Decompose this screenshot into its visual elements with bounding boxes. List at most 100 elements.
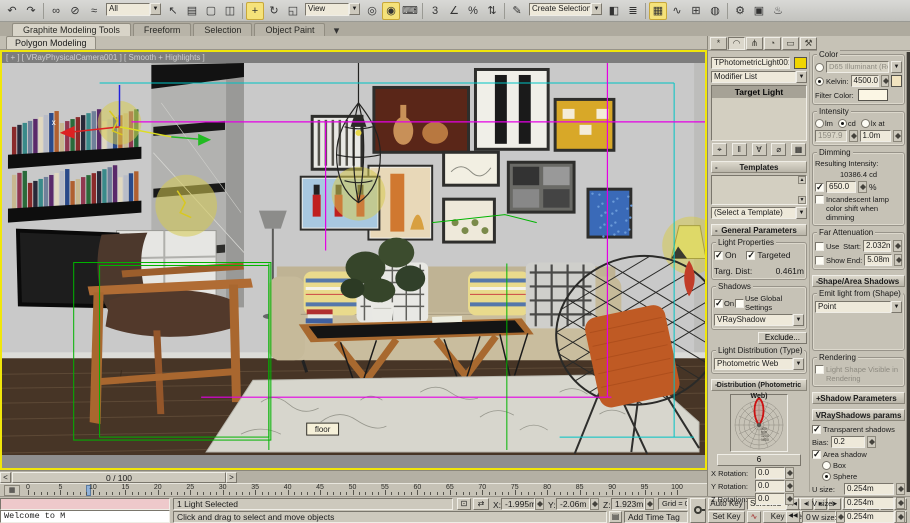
mini-curve-editor-button[interactable]: ▦ — [4, 485, 20, 496]
motion-tab[interactable]: ◔ — [764, 37, 781, 50]
sphere-radio[interactable] — [822, 472, 831, 481]
redo-button[interactable]: ↷ — [22, 2, 40, 20]
rollout-vrayshadows-params[interactable]: -VRayShadows params — [812, 409, 905, 421]
v-size-field[interactable]: 0.254m — [844, 497, 894, 509]
ribbon-tab-object-paint[interactable]: Object Paint — [254, 23, 325, 36]
rollout-shape-area-shadows[interactable]: -Shape/Area Shadows — [812, 275, 905, 287]
object-name-field[interactable]: TPhotometricLight001 — [711, 57, 790, 69]
z-rotation-field[interactable]: 0.0 — [755, 493, 785, 505]
utilities-tab[interactable]: ⚒ — [800, 37, 817, 50]
configure-modifier-sets-icon[interactable]: ▦ — [791, 143, 806, 156]
select-by-name-button[interactable]: ▤ — [183, 2, 201, 20]
templates-scroll-up[interactable]: ▲ — [798, 176, 806, 184]
dimming-percent-field[interactable]: 650.0 — [826, 181, 856, 193]
far-end-field[interactable]: 5.08m — [864, 254, 892, 266]
set-key-button[interactable]: Set Key — [708, 511, 745, 523]
cd-radio[interactable] — [838, 119, 847, 128]
percent-snap-toggle-button[interactable]: % — [464, 2, 482, 20]
targeted-checkbox[interactable] — [746, 251, 755, 260]
u-size-field[interactable]: 0.254m — [844, 483, 894, 495]
y-rotation-spinner[interactable] — [785, 480, 794, 492]
bias-field[interactable]: 0.2 — [831, 436, 865, 448]
incandescent-checkbox[interactable] — [815, 195, 824, 204]
kelvin-field[interactable]: 4500.0 — [851, 75, 879, 87]
stack-item-target-light[interactable]: Target Light — [712, 86, 806, 98]
select-and-move-button[interactable]: + — [246, 2, 264, 20]
modify-tab[interactable]: ◠ — [728, 37, 745, 50]
absolute-offset-toggle[interactable]: ⇄ — [473, 498, 489, 510]
selection-lock-toggle[interactable]: ⊡ — [457, 498, 471, 510]
x-coord-spinner[interactable] — [535, 498, 544, 510]
w-size-spinner[interactable] — [896, 511, 905, 523]
select-and-rotate-button[interactable]: ↻ — [265, 2, 283, 20]
rollout-templates[interactable]: -Templates — [711, 161, 807, 173]
snaps-toggle-button[interactable]: 3 — [426, 2, 444, 20]
schematic-view-button[interactable]: ⊞ — [687, 2, 705, 20]
spinner-snap-toggle-button[interactable]: ⇅ — [483, 2, 501, 20]
x-rotation-spinner[interactable] — [785, 467, 794, 479]
far-start-spinner[interactable] — [893, 240, 902, 252]
emit-shape-dropdown[interactable]: Point▼ — [815, 301, 902, 313]
shadow-type-dropdown[interactable]: VRayShadow▼ — [714, 314, 804, 326]
dimming-percent-spinner[interactable] — [858, 181, 867, 193]
undo-button[interactable]: ↶ — [3, 2, 21, 20]
far-use-checkbox[interactable] — [815, 242, 824, 251]
bind-to-space-warp-button[interactable]: ≈ — [85, 2, 103, 20]
y-coord-spinner[interactable] — [590, 498, 599, 510]
time-tag-icon[interactable]: ▤ — [609, 511, 622, 523]
kelvin-spinner[interactable] — [881, 75, 889, 87]
selection-filter-value[interactable]: All — [106, 3, 150, 16]
kelvin-color-swatch[interactable] — [891, 75, 902, 87]
tab-polygon-modeling[interactable]: Polygon Modeling — [6, 36, 96, 49]
z-coord-field[interactable]: 1.923m — [611, 498, 645, 510]
y-coord-field[interactable]: -2.06m — [556, 498, 590, 510]
select-template-dropdown[interactable]: (Select a Template)▼ — [711, 207, 807, 219]
select-object-button[interactable]: ↖ — [164, 2, 182, 20]
on-checkbox[interactable] — [714, 251, 723, 260]
show-end-result-icon[interactable]: ‖ — [732, 143, 747, 156]
isolate-key-button[interactable] — [690, 498, 706, 523]
toggle-ribbon-button[interactable]: ▦ — [649, 2, 667, 20]
area-shadow-checkbox[interactable] — [812, 450, 821, 459]
viewport-label[interactable]: [ + ] [ VRayPhysicalCamera001 ] [ Smooth… — [2, 52, 705, 63]
lx-radio[interactable] — [861, 119, 870, 128]
maxscript-mini-listener-output[interactable]: Welcome to M — [0, 510, 170, 523]
selection-filter-arrow[interactable]: ▼ — [150, 3, 161, 15]
intensity-spinner[interactable] — [849, 130, 858, 142]
align-button[interactable]: ≣ — [624, 2, 642, 20]
named-selection-sets-value[interactable]: Create Selection Se — [529, 3, 591, 16]
transparent-shadows-checkbox[interactable] — [812, 425, 821, 434]
use-pivot-point-center-button[interactable]: ◎ — [363, 2, 381, 20]
time-slider-prev[interactable]: < — [0, 472, 11, 483]
shadows-on-checkbox[interactable] — [714, 299, 723, 308]
w-size-field[interactable]: 0.254m — [844, 511, 894, 523]
pin-stack-icon[interactable]: ⌖ — [712, 143, 727, 156]
named-selection-sets-arrow[interactable]: ▼ — [591, 3, 602, 15]
edit-named-selection-sets-button[interactable]: ✎ — [508, 2, 526, 20]
key-mode-toggle[interactable]: ◀◀ — [786, 511, 800, 523]
ribbon-overflow-button[interactable]: ▾ — [327, 24, 345, 36]
selection-filter-dropdown[interactable]: All▼ — [106, 3, 161, 18]
hierarchy-tab[interactable]: ⋔ — [746, 37, 763, 50]
dimming-checkbox[interactable] — [815, 183, 824, 192]
rectangular-selection-region-button[interactable]: ▢ — [202, 2, 220, 20]
curve-editor-button[interactable]: ∿ — [668, 2, 686, 20]
templates-scroll-down[interactable]: ▼ — [798, 196, 806, 204]
far-end-spinner[interactable] — [894, 254, 902, 266]
d65-dropdown[interactable]: D65 Illuminant (Refere — [826, 61, 889, 73]
window-crossing-toggle-button[interactable]: ◫ — [221, 2, 239, 20]
rollout-distribution-web[interactable]: -Distribution (Photometric Web) — [711, 379, 807, 391]
create-tab[interactable]: * — [710, 37, 727, 50]
exclude-button[interactable]: Exclude... — [758, 332, 807, 344]
track-bar[interactable]: ▦ 05101520253035404550556065707580859095… — [0, 483, 707, 496]
select-and-manipulate-button[interactable]: ◉ — [382, 2, 400, 20]
display-tab[interactable]: ▭ — [782, 37, 799, 50]
perspective-viewport[interactable]: [ + ] [ VRayPhysicalCamera001 ] [ Smooth… — [0, 50, 707, 470]
modifier-list-dropdown[interactable]: Modifier List▼ — [711, 71, 807, 83]
rendered-frame-window-button[interactable]: ▣ — [750, 2, 768, 20]
time-slider-next[interactable]: > — [226, 472, 237, 483]
y-rotation-field[interactable]: 0.0 — [755, 480, 785, 492]
material-editor-button[interactable]: ◍ — [706, 2, 724, 20]
mirror-button[interactable]: ◧ — [605, 2, 623, 20]
render-setup-button[interactable]: ⚙ — [731, 2, 749, 20]
